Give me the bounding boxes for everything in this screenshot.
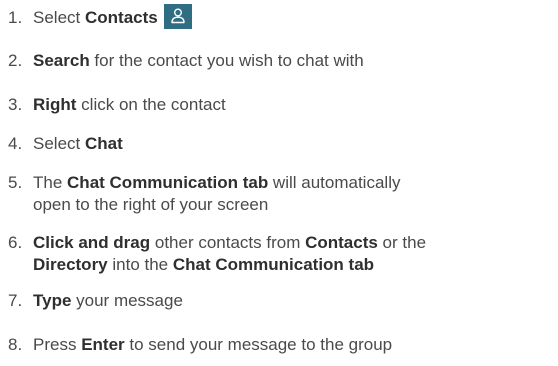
step-number: 8. [8, 335, 23, 354]
step-number: 4. [8, 134, 23, 153]
step-text-line-2: open to the right of your screen [33, 195, 269, 214]
contacts-icon [163, 4, 192, 30]
step-number: 5. [8, 173, 23, 192]
step-number: 7. [8, 291, 23, 310]
step-number: 3. [8, 95, 23, 114]
step-text: Press Enter to send your message to the … [33, 335, 393, 354]
step-number: 6. [8, 233, 23, 252]
instruction-steps: 1. Select Contacts 2. Search for the con… [0, 0, 558, 366]
step-number: 2. [8, 51, 23, 70]
step-text-line-1: The Chat Communication tab will automati… [33, 173, 401, 192]
step-text: Select Chat [33, 134, 123, 153]
step-text-line-2: Directory into the Chat Communication ta… [33, 255, 375, 274]
step-text-line-1: Click and drag other contacts from Conta… [33, 233, 427, 252]
step-text: Type your message [33, 291, 183, 310]
step-number: 1. [8, 8, 23, 27]
step-text: Right click on the contact [33, 95, 226, 114]
step-text: Select Contacts [33, 4, 192, 30]
step-text: Search for the contact you wish to chat … [33, 51, 364, 70]
